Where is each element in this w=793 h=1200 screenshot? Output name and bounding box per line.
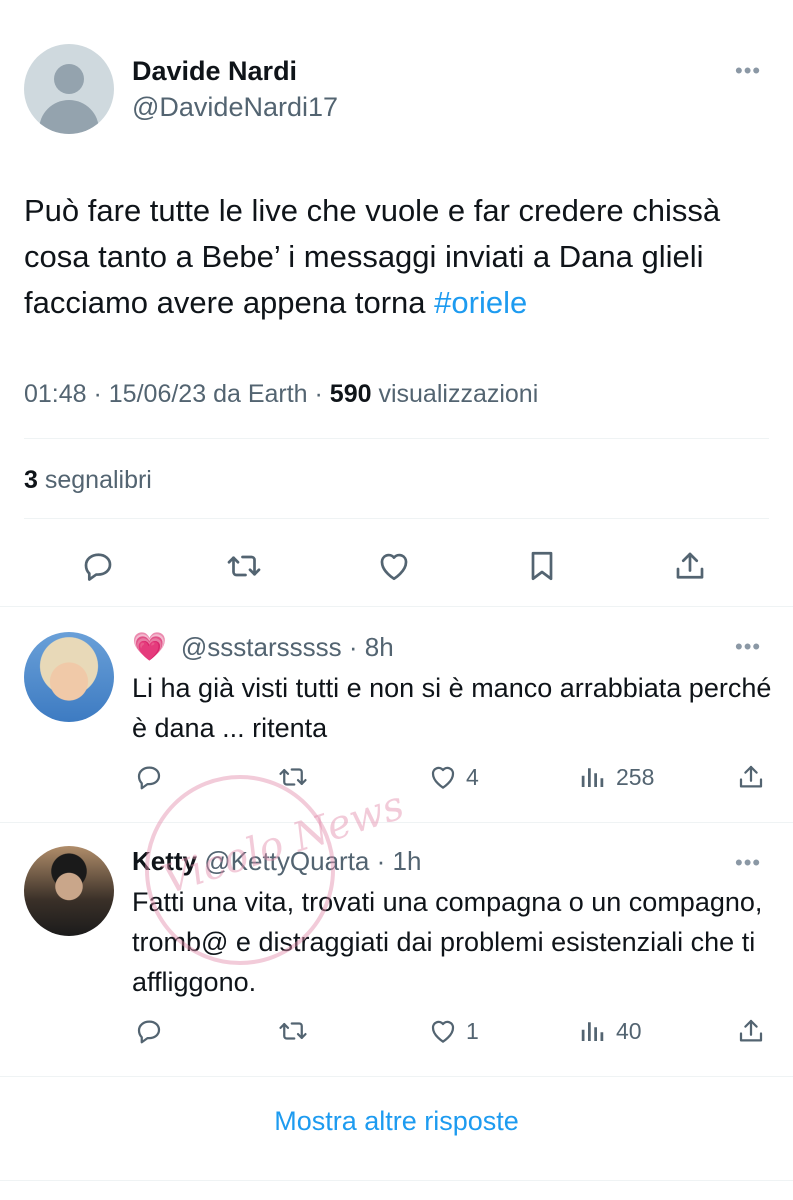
reply-time[interactable]: 1h [393, 846, 422, 876]
pink-heart-emoji: 💗 [132, 631, 167, 662]
reply-header: Ketty @KettyQuarta · 1h [132, 846, 422, 876]
tweet-time[interactable]: 01:48 [24, 380, 87, 408]
reply-retweet-button[interactable] [278, 1016, 308, 1046]
share-icon [739, 1019, 763, 1042]
tweet-text: Può fare tutte le live che vuole e far c… [24, 188, 769, 326]
views-icon [581, 768, 604, 787]
reply-views-button[interactable]: 258 [578, 762, 654, 792]
reply-like-button[interactable]: 1 [428, 1016, 479, 1046]
views-count: 258 [616, 763, 655, 790]
like-button[interactable] [374, 546, 414, 586]
tweet-body: Può fare tutte le live che vuole e far c… [24, 193, 721, 320]
tweet-meta: 01:48 · 15/06/23 da Earth · 590 visualiz… [24, 380, 539, 408]
reply-reply-button[interactable] [134, 1016, 164, 1046]
avatar-head-shape [54, 64, 84, 94]
reply-avatar[interactable] [24, 846, 114, 936]
retweet-icon [279, 1022, 307, 1040]
bookmarks-label: segnalibri [44, 466, 152, 494]
share-icon [739, 765, 763, 788]
reply-more-button[interactable]: ••• [735, 850, 761, 876]
reply-retweet-button[interactable] [278, 762, 308, 792]
bookmarks-count: 3 [24, 466, 38, 494]
show-more-replies-link[interactable]: Mostra altre risposte [0, 1106, 793, 1137]
reply-reply-button[interactable] [134, 762, 164, 792]
divider [24, 438, 769, 439]
reply-share-button[interactable] [736, 1016, 766, 1046]
tweet-source: da Earth [213, 380, 308, 408]
views-icon [581, 1022, 604, 1041]
heart-icon [380, 553, 408, 581]
section-divider [0, 1076, 793, 1077]
reply-time[interactable]: 8h [365, 632, 394, 662]
reply-like-button[interactable]: 4 [428, 762, 479, 792]
views-count: 590 [329, 380, 372, 408]
like-count: 4 [466, 763, 479, 790]
heart-icon [431, 1020, 455, 1043]
reply-share-button[interactable] [736, 762, 766, 792]
share-button[interactable] [670, 546, 710, 586]
reply-author-name[interactable]: Ketty [132, 846, 197, 876]
heart-icon [431, 766, 455, 789]
retweet-icon [279, 768, 307, 786]
section-divider [0, 1180, 793, 1181]
bookmarks-stat[interactable]: 3 segnalibri [24, 466, 152, 495]
share-icon [676, 552, 704, 579]
divider [24, 518, 769, 519]
reply-handle[interactable]: @KettyQuarta [204, 846, 369, 876]
reply-more-button[interactable]: ••• [735, 634, 761, 660]
reply-icon [137, 1020, 161, 1044]
section-divider [0, 822, 793, 823]
author-avatar[interactable] [24, 44, 114, 134]
reply-text: Fatti una vita, trovati una compagna o u… [132, 887, 763, 997]
bookmark-button[interactable] [522, 546, 562, 586]
bookmark-icon [531, 551, 553, 581]
reply-text: Li ha già visti tutti e non si è manco a… [132, 673, 772, 743]
reply-avatar[interactable] [24, 632, 114, 722]
reply-icon [84, 553, 112, 581]
hashtag-link[interactable]: #oriele [434, 285, 527, 320]
section-divider [0, 606, 793, 607]
tweet-date[interactable]: 15/06/23 [109, 380, 206, 408]
reply-button[interactable] [78, 546, 118, 586]
retweet-button[interactable] [224, 546, 264, 586]
reply-views-button[interactable]: 40 [578, 1016, 642, 1046]
author-handle[interactable]: @DavideNardi17 [132, 92, 338, 123]
avatar-body-shape [39, 100, 99, 134]
views-label: visualizzazioni [378, 380, 539, 408]
retweet-icon [227, 555, 261, 577]
like-count: 1 [466, 1017, 479, 1044]
author-name[interactable]: Davide Nardi [132, 56, 297, 87]
more-options-button[interactable]: ••• [735, 58, 761, 84]
reply-handle[interactable]: @ssstarsssss [181, 632, 342, 662]
reply-header: 💗 @ssstarsssss · 8h [132, 631, 394, 662]
reply-icon [137, 766, 161, 790]
views-count: 40 [616, 1017, 642, 1044]
